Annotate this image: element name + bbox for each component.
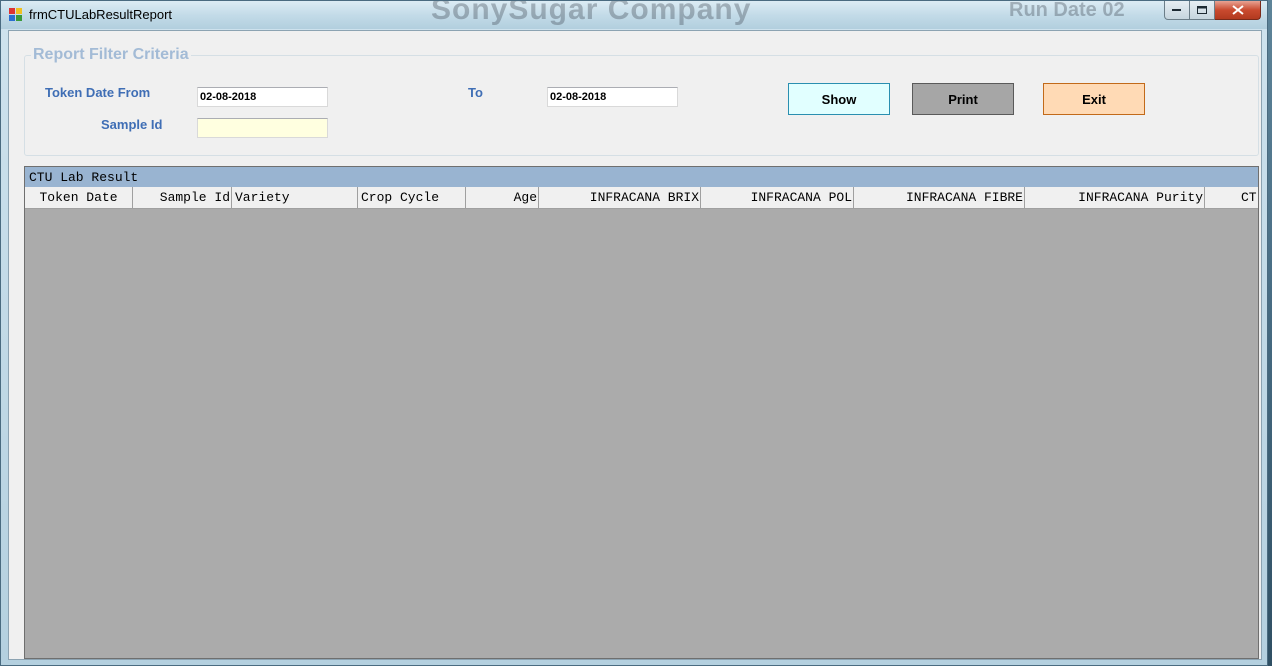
sample-id-label: Sample Id	[101, 117, 163, 132]
token-date-from-field[interactable]: 02-08-2018	[197, 87, 328, 107]
report-filter-title: Report Filter Criteria	[31, 46, 191, 64]
column-header-variety[interactable]: Variety	[232, 187, 358, 208]
app-icon	[9, 8, 23, 21]
column-header-sample-id[interactable]: Sample Id	[133, 187, 232, 208]
minimize-button[interactable]	[1164, 1, 1190, 20]
exit-button[interactable]: Exit	[1043, 83, 1145, 115]
background-run-date-text: Run Date 02	[1009, 1, 1125, 21]
to-date-field[interactable]: 02-08-2018	[547, 87, 678, 107]
print-button[interactable]: Print	[912, 83, 1014, 115]
background-company-text: SonySugar Company	[431, 1, 752, 26]
close-button[interactable]	[1215, 1, 1261, 20]
column-header-infracana-pol[interactable]: INFRACANA POL	[701, 187, 854, 208]
column-header-crop-cycle[interactable]: Crop Cycle	[358, 187, 466, 208]
ctu-lab-result-grid[interactable]: CTU Lab Result Token Date Sample Id Vari…	[24, 166, 1259, 659]
sample-id-field[interactable]	[197, 118, 328, 138]
grid-caption: CTU Lab Result	[25, 167, 1258, 187]
column-header-infracana-fibre[interactable]: INFRACANA FIBRE	[854, 187, 1025, 208]
to-label: To	[468, 85, 483, 100]
show-button[interactable]: Show	[788, 83, 890, 115]
grid-header: Token Date Sample Id Variety Crop Cycle …	[25, 187, 1258, 209]
window-title: frmCTULabResultReport	[29, 7, 173, 22]
column-header-infracana-brix[interactable]: INFRACANA BRIX	[539, 187, 701, 208]
app-window: SonySugar Company Run Date 02 frmCTULabR…	[0, 0, 1268, 666]
close-icon	[1231, 5, 1244, 15]
maximize-button[interactable]	[1190, 1, 1215, 20]
column-header-age[interactable]: Age	[466, 187, 539, 208]
client-area: Report Filter Criteria Token Date From 0…	[8, 30, 1262, 660]
maximize-icon	[1196, 5, 1207, 14]
token-date-from-label: Token Date From	[45, 85, 151, 100]
title-bar[interactable]: SonySugar Company Run Date 02 frmCTULabR…	[1, 1, 1267, 29]
column-header-ct[interactable]: CT	[1205, 187, 1258, 208]
column-header-infracana-purity[interactable]: INFRACANA Purity	[1025, 187, 1205, 208]
column-header-token-date[interactable]: Token Date	[25, 187, 133, 208]
minimize-icon	[1172, 9, 1181, 11]
